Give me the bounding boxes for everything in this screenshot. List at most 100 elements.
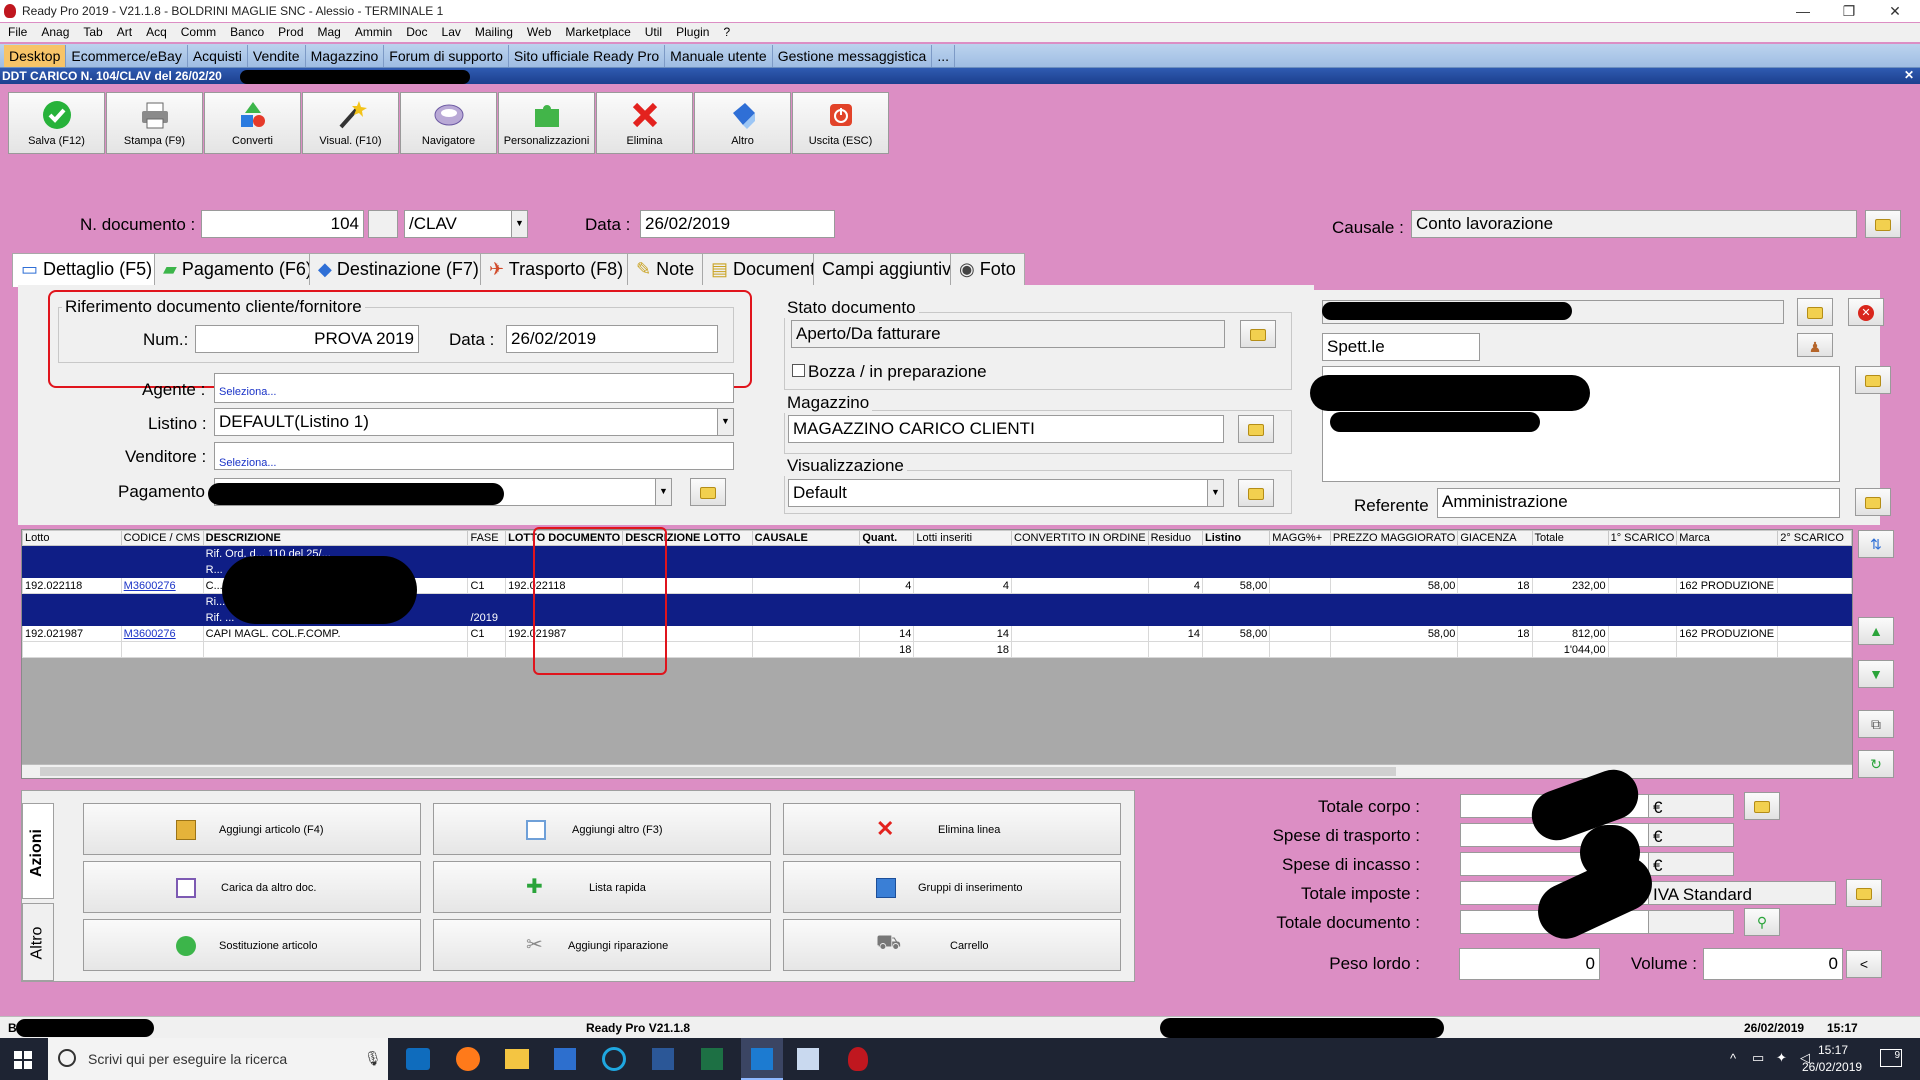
grid-column-header[interactable]: FASE bbox=[467, 530, 507, 546]
referente-browse-button[interactable] bbox=[1855, 488, 1891, 516]
convert-button[interactable]: Converti bbox=[204, 92, 301, 154]
tray-chevron-icon[interactable]: ^ bbox=[1730, 1051, 1736, 1066]
more-button[interactable]: Altro bbox=[694, 92, 791, 154]
tab-campi-aggiuntivi[interactable]: Campi aggiuntivi bbox=[813, 253, 965, 285]
articles-grid[interactable]: Lotto CODICE / CMS DESCRIZIONE FASE LOTTO DO… bbox=[21, 529, 1853, 779]
tab-documenti[interactable]: ▤ Documenti bbox=[702, 253, 829, 285]
menu-web[interactable]: Web bbox=[519, 23, 557, 39]
tray-date[interactable]: 26/02/2019 bbox=[1802, 1060, 1862, 1074]
navigator-button[interactable]: Navigatore bbox=[400, 92, 497, 154]
address-browse-button[interactable] bbox=[1855, 366, 1891, 394]
grid-column-header[interactable]: MAGG%+ bbox=[1269, 530, 1331, 546]
grid-column-header[interactable]: Residuo bbox=[1147, 530, 1204, 546]
explorer-icon[interactable] bbox=[505, 1049, 529, 1069]
nav-tab-messaggistica[interactable]: Gestione messaggistica bbox=[773, 45, 933, 67]
grid-column-header[interactable]: DESCRIZIONE bbox=[202, 530, 469, 546]
menu-art[interactable]: Art bbox=[109, 23, 138, 39]
iva-browse-button[interactable] bbox=[1846, 879, 1882, 907]
menu-ammin[interactable]: Ammin bbox=[347, 23, 398, 39]
readypro-taskbar-icon[interactable] bbox=[848, 1047, 868, 1071]
menu-plugin[interactable]: Plugin bbox=[668, 23, 715, 39]
taskbar-app-m[interactable] bbox=[741, 1038, 783, 1080]
customer-browse-button[interactable] bbox=[1797, 298, 1833, 326]
agente-input[interactable]: Seleziona... bbox=[214, 373, 734, 403]
causale-input[interactable]: Conto lavorazione bbox=[1411, 210, 1857, 238]
volume-input[interactable]: 0 bbox=[1703, 948, 1843, 980]
grid-column-header[interactable]: Lotti inseriti bbox=[913, 530, 1012, 546]
bozza-checkbox[interactable] bbox=[792, 364, 805, 377]
visualizzazione-select[interactable]: Default ▼ bbox=[788, 479, 1224, 507]
spett-input[interactable]: Spett.le bbox=[1322, 333, 1480, 361]
volume-calc-button[interactable]: < bbox=[1846, 950, 1882, 978]
vtab-altro[interactable]: Altro bbox=[22, 903, 54, 981]
document-suffix-input[interactable] bbox=[368, 210, 398, 238]
grid-column-header[interactable]: Marca bbox=[1676, 530, 1779, 546]
teamviewer-icon[interactable] bbox=[554, 1048, 576, 1070]
grid-column-header[interactable]: PREZZO MAGGIORATO bbox=[1329, 530, 1459, 546]
peso-lordo-input[interactable]: 0 bbox=[1459, 948, 1600, 980]
quick-list-button[interactable]: ✚ Lista rapida bbox=[433, 861, 771, 913]
menu-anag[interactable]: Anag bbox=[33, 23, 75, 39]
nav-tab-manuale[interactable]: Manuale utente bbox=[665, 45, 773, 67]
nav-tab-sito[interactable]: Sito ufficiale Ready Pro bbox=[509, 45, 666, 67]
delete-line-button[interactable]: ✕ Elimina linea bbox=[783, 803, 1121, 855]
view-button[interactable]: Visual. (F10) bbox=[302, 92, 399, 154]
replace-article-button[interactable]: Sostituzione articolo bbox=[83, 919, 421, 971]
close-window-button[interactable]: ✕ bbox=[1872, 0, 1918, 22]
nav-tab-forum[interactable]: Forum di supporto bbox=[384, 45, 509, 67]
refresh-button[interactable]: ↻ bbox=[1858, 750, 1894, 778]
grid-column-header[interactable]: CONVERTITO IN ORDINE bbox=[1011, 530, 1149, 546]
table-row[interactable]: 192.021987 M3600276 CAPI MAGL. COL.F.COMP.… bbox=[22, 625, 1852, 642]
add-other-button[interactable]: Aggiungi altro (F3) bbox=[433, 803, 771, 855]
outlook-icon[interactable] bbox=[406, 1048, 430, 1070]
grid-column-header[interactable]: CAUSALE bbox=[751, 530, 861, 546]
magazzino-browse-button[interactable] bbox=[1238, 415, 1274, 443]
date-input[interactable]: 26/02/2019 bbox=[640, 210, 835, 238]
groups-button[interactable]: Gruppi di inserimento bbox=[783, 861, 1121, 913]
app-window-icon[interactable] bbox=[797, 1048, 819, 1070]
tab-note[interactable]: ✎ Note bbox=[627, 253, 704, 285]
vtab-azioni[interactable]: Azioni bbox=[22, 803, 54, 899]
iva-input[interactable]: IVA Standard bbox=[1648, 881, 1836, 905]
customer-person-button[interactable]: ♟ bbox=[1797, 333, 1833, 357]
table-cell[interactable]: M3600276 bbox=[120, 625, 204, 642]
nav-tab-desktop[interactable]: Desktop bbox=[4, 45, 67, 67]
grid-column-header[interactable]: 2° SCARICO bbox=[1777, 530, 1852, 546]
add-repair-button[interactable]: ✂ Aggiungi riparazione bbox=[433, 919, 771, 971]
edge-icon[interactable] bbox=[602, 1047, 626, 1071]
grid-horizontal-scrollbar[interactable] bbox=[22, 764, 1852, 778]
reference-date-input[interactable]: 26/02/2019 bbox=[506, 325, 718, 353]
listino-select[interactable]: DEFAULT(Listino 1) ▼ bbox=[214, 408, 734, 436]
causale-browse-button[interactable] bbox=[1865, 210, 1901, 238]
scrollbar-thumb[interactable] bbox=[40, 767, 1396, 776]
menu-doc[interactable]: Doc bbox=[398, 23, 433, 39]
exit-button[interactable]: Uscita (ESC) bbox=[792, 92, 889, 154]
menu-comm[interactable]: Comm bbox=[173, 23, 222, 39]
minimize-button[interactable]: — bbox=[1780, 0, 1826, 22]
menu-banco[interactable]: Banco bbox=[222, 23, 270, 39]
totale-corpo-button[interactable] bbox=[1744, 792, 1780, 820]
grid-column-header[interactable]: 1° SCARICO bbox=[1607, 530, 1678, 546]
visualizzazione-browse-button[interactable] bbox=[1238, 479, 1274, 507]
grid-column-header[interactable]: Totale bbox=[1531, 530, 1609, 546]
nav-tab-magazzino[interactable]: Magazzino bbox=[306, 45, 385, 67]
nav-tab-acquisti[interactable]: Acquisti bbox=[188, 45, 248, 67]
tab-foto[interactable]: ◉ Foto bbox=[950, 253, 1025, 285]
copy-row-button[interactable]: ⧉ bbox=[1858, 710, 1894, 738]
grid-options-button[interactable]: ⇅ bbox=[1858, 530, 1894, 558]
referente-input[interactable]: Amministrazione bbox=[1437, 488, 1840, 518]
notification-icon[interactable]: 9 bbox=[1880, 1049, 1902, 1067]
tab-pagamento[interactable]: ▰ Pagamento (F6) bbox=[154, 253, 321, 285]
magazzino-input[interactable]: MAGAZZINO CARICO CLIENTI bbox=[788, 415, 1224, 443]
close-document-icon[interactable]: ✕ bbox=[1904, 68, 1914, 82]
taskbar-search-box[interactable]: Scrivi qui per eseguire la ricerca 🎙 bbox=[48, 1038, 388, 1080]
cart-button[interactable]: ⛟ Carrello bbox=[783, 919, 1121, 971]
nav-tab-more[interactable]: ... bbox=[932, 45, 956, 67]
menu-marketplace[interactable]: Marketplace bbox=[557, 23, 636, 39]
venditore-input[interactable]: Seleziona... bbox=[214, 442, 734, 470]
stato-input[interactable]: Aperto/Da fatturare bbox=[791, 320, 1225, 348]
nav-tab-vendite[interactable]: Vendite bbox=[248, 45, 306, 67]
save-button[interactable]: Salva (F12) bbox=[8, 92, 105, 154]
table-cell[interactable]: M3600276 bbox=[120, 577, 204, 594]
microphone-icon[interactable]: 🎙 bbox=[364, 1050, 382, 1067]
